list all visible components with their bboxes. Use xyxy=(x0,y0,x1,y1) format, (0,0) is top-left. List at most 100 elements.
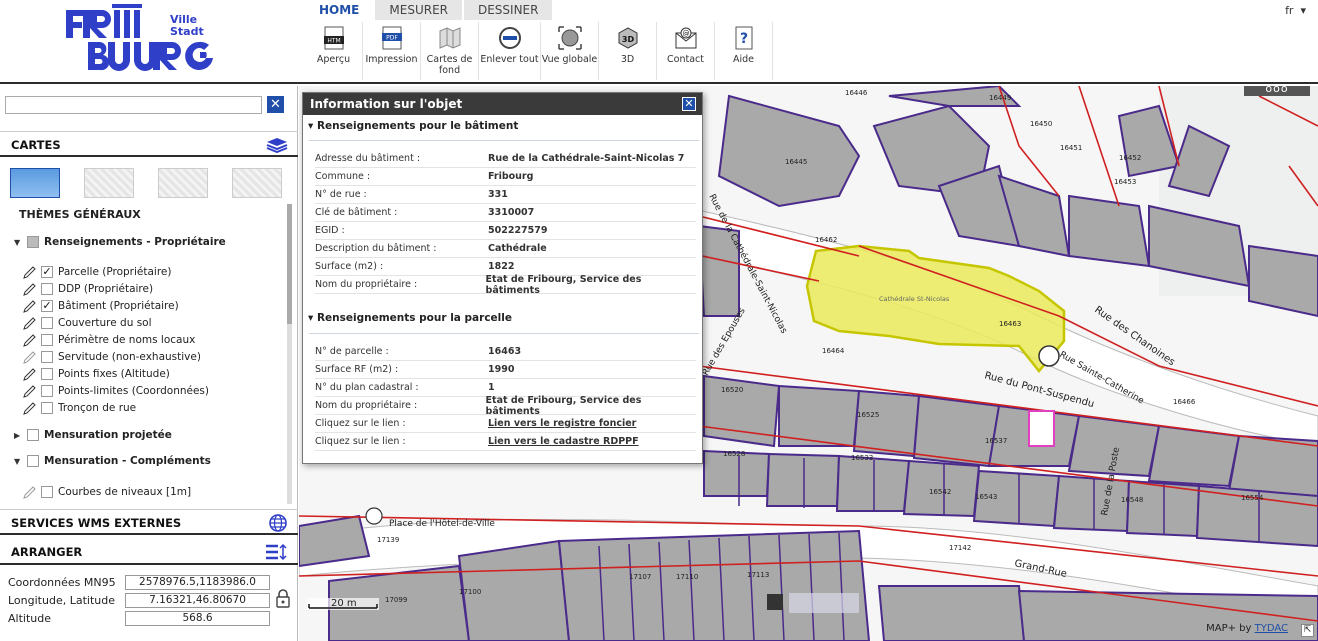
edit-layer-icon[interactable] xyxy=(23,333,36,347)
layer-checkbox[interactable] xyxy=(41,486,53,498)
fribourg-logo[interactable]: Ville Stadt xyxy=(64,4,244,78)
basemap-plan[interactable] xyxy=(10,168,60,198)
impression-button[interactable]: PDF Impression xyxy=(363,22,421,80)
tab-mesurer[interactable]: MESURER xyxy=(375,0,462,20)
edit-layer-icon[interactable] xyxy=(23,401,36,415)
edit-layer-icon[interactable] xyxy=(23,316,36,330)
layer-checkbox[interactable] xyxy=(41,368,53,380)
layer-checkbox[interactable] xyxy=(41,317,53,329)
tab-home[interactable]: HOME xyxy=(305,0,374,20)
cartes-header[interactable]: CARTES xyxy=(0,131,298,157)
object-info-dialog: Information sur l'objet ✕ ▾ Renseignemen… xyxy=(302,92,703,464)
close-icon[interactable]: ✕ xyxy=(682,97,696,111)
edit-layer-icon[interactable] xyxy=(23,282,36,296)
info-value: Rue de la Cathédrale-Saint-Nicolas 7 xyxy=(488,153,685,164)
expand-icon[interactable]: ⇱ xyxy=(1301,624,1314,637)
apercu-button[interactable]: HTM Aperçu xyxy=(305,22,363,80)
info-key: Cliquez sur le lien : xyxy=(315,418,406,429)
arranger-header[interactable]: ARRANGER xyxy=(0,539,298,565)
basemap-orthophoto[interactable] xyxy=(158,168,208,198)
info-key: Clé de bâtiment : xyxy=(315,207,398,218)
search-input[interactable] xyxy=(5,96,262,114)
close-icon[interactable]: ✕ xyxy=(267,96,284,113)
layer-points-fixes: Points fixes (Altitude) xyxy=(23,366,170,382)
svg-text:HTM: HTM xyxy=(327,38,340,45)
aide-label: Aide xyxy=(732,54,754,65)
group-checkbox[interactable] xyxy=(27,429,39,441)
layer-label: Servitude (non-exhaustive) xyxy=(58,351,201,363)
layer-checkbox[interactable] xyxy=(41,283,53,295)
parcel-label: 16464 xyxy=(822,347,845,355)
layer-label: Bâtiment (Propriétaire) xyxy=(58,300,179,312)
layer-label: Points-limites (Coordonnées) xyxy=(58,385,209,397)
map-folded-icon xyxy=(439,27,460,49)
dialog-title[interactable]: Information sur l'objet xyxy=(303,93,702,115)
sort-icon[interactable] xyxy=(264,543,288,561)
group-checkbox[interactable] xyxy=(27,455,39,467)
3d-button[interactable]: 3D 3D xyxy=(599,22,657,80)
info-row: Nom du propriétaire : Etat de Fribourg, S… xyxy=(315,395,696,417)
edit-layer-icon[interactable] xyxy=(23,350,36,364)
parcel-label: 16542 xyxy=(929,488,951,496)
tydac-link[interactable]: TYDAC xyxy=(1255,623,1288,634)
parcel-label: 16548 xyxy=(1121,496,1143,504)
more-options-button[interactable]: ooo xyxy=(1244,86,1310,96)
layer-scrollbar[interactable] xyxy=(287,204,292,504)
group-checkbox[interactable] xyxy=(27,236,39,248)
building-section-header[interactable]: ▾ Renseignements pour le bâtiment xyxy=(308,120,518,132)
contact-button[interactable]: @ Contact xyxy=(657,22,715,80)
tab-dessiner[interactable]: DESSINER xyxy=(463,0,553,20)
layer-checkbox[interactable] xyxy=(41,385,53,397)
coord-lonlat-value[interactable]: 7.16321,46.80670 xyxy=(125,592,270,608)
info-row: N° de rue : 331 xyxy=(315,186,696,204)
info-row: N° de parcelle : 16463 xyxy=(315,343,696,361)
layer-label: Couverture du sol xyxy=(58,317,152,329)
lock-icon[interactable] xyxy=(275,588,291,608)
language-select[interactable]: fr ▾ xyxy=(1285,4,1306,17)
parcel-label: 16537 xyxy=(985,437,1007,445)
edit-layer-icon[interactable] xyxy=(23,367,36,381)
edit-layer-icon[interactable] xyxy=(23,485,36,499)
parcel-section-header[interactable]: ▾ Renseignements pour la parcelle xyxy=(308,312,512,324)
registre-foncier-link[interactable]: Lien vers le registre foncier xyxy=(488,418,636,429)
info-key: Surface RF (m2) : xyxy=(315,364,399,375)
info-value: 1 xyxy=(488,382,495,393)
caret-right-icon[interactable]: ▶ xyxy=(14,431,22,440)
caret-down-icon[interactable]: ▼ xyxy=(14,457,22,466)
coord-mn95-value[interactable]: 2578976.5,1183986.0 xyxy=(125,574,270,590)
vue-globale-button[interactable]: Vue globale xyxy=(541,22,599,80)
layer-servitude: Servitude (non-exhaustive) xyxy=(23,349,201,365)
parcel-label: 17107 xyxy=(629,573,651,581)
basemap-3d[interactable] xyxy=(232,168,282,198)
enlever-tout-button[interactable]: Enlever tout xyxy=(479,22,541,80)
basemap-city[interactable] xyxy=(84,168,134,198)
coord-altitude-value[interactable]: 568.6 xyxy=(125,610,270,626)
wms-header[interactable]: SERVICES WMS EXTERNES xyxy=(0,509,298,535)
cadastre-rdppf-link[interactable]: Lien vers le cadastre RDPPF xyxy=(488,436,639,447)
html-icon: HTM xyxy=(323,26,344,50)
globe-icon[interactable] xyxy=(268,514,288,532)
edit-layer-icon[interactable] xyxy=(23,384,36,398)
cartes-de-fond-button[interactable]: Cartes de fond xyxy=(421,22,479,80)
edit-layer-icon[interactable] xyxy=(23,299,36,313)
layer-checkbox[interactable] xyxy=(41,402,53,414)
edit-layer-icon[interactable] xyxy=(23,265,36,279)
aide-button[interactable]: ? Aide xyxy=(715,22,773,80)
scrollbar-thumb[interactable] xyxy=(287,204,292,324)
caret-down-icon: ▾ xyxy=(308,312,317,324)
layers-icon[interactable] xyxy=(266,137,288,153)
group-mensuration-projetee[interactable]: ▶ Mensuration projetée xyxy=(14,429,172,441)
layer-checkbox[interactable] xyxy=(41,351,53,363)
group-mensuration-complements[interactable]: ▼ Mensuration - Compléments xyxy=(14,455,211,467)
layer-checkbox[interactable] xyxy=(41,334,53,346)
parcel-label: 16452 xyxy=(1119,154,1141,162)
chevron-down-icon: ▾ xyxy=(1300,4,1306,17)
layer-checkbox[interactable]: ✓ xyxy=(41,266,53,278)
info-value: 1990 xyxy=(488,364,515,375)
coord-lonlat-row: Longitude, Latitude 7.16321,46.80670 xyxy=(8,592,270,608)
layer-batiment: ✓ Bâtiment (Propriétaire) xyxy=(23,298,179,314)
caret-down-icon[interactable]: ▼ xyxy=(14,238,22,247)
layer-checkbox[interactable]: ✓ xyxy=(41,300,53,312)
parcel-label: 16449 xyxy=(989,94,1011,102)
group-renseignements[interactable]: ▼ Renseignements - Propriétaire xyxy=(14,236,226,248)
